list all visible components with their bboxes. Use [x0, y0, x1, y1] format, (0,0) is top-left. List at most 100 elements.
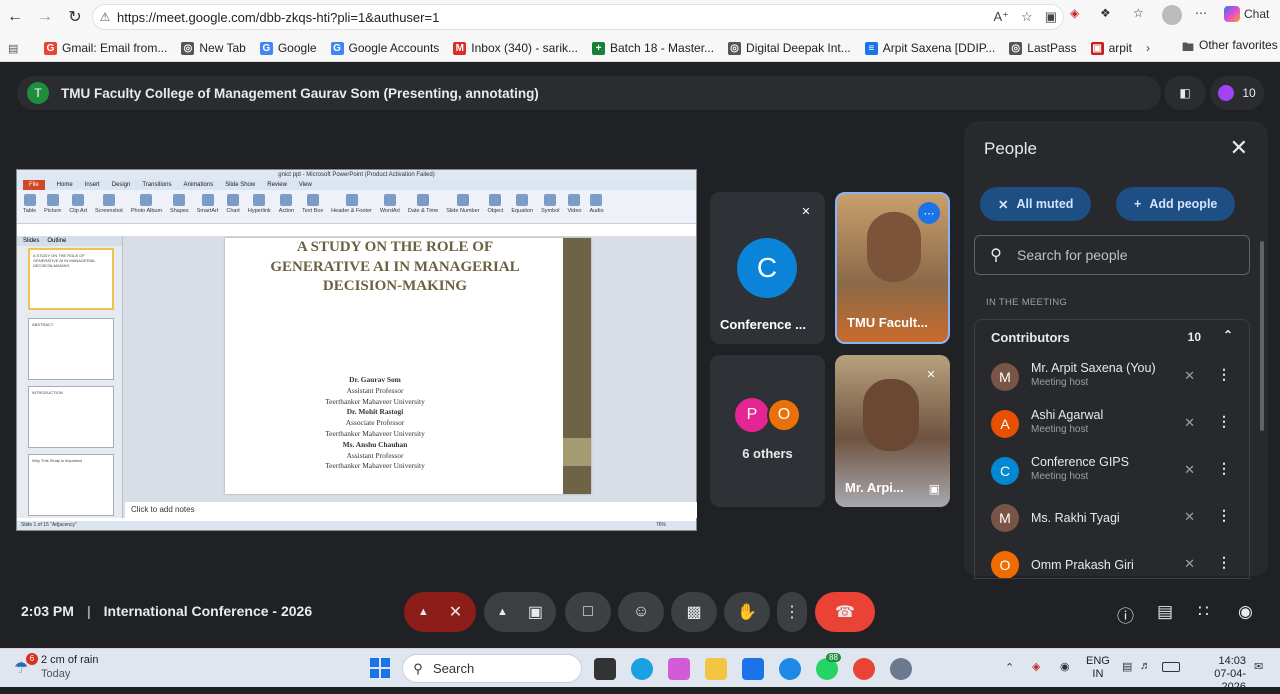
tab-outline[interactable]: Outline: [47, 238, 66, 244]
host-controls-icon[interactable]: ◉: [1238, 602, 1253, 622]
pip-icon[interactable]: ▣: [929, 482, 940, 496]
ribbon-button[interactable]: Table: [23, 194, 36, 219]
reload-icon[interactable]: ↻: [60, 2, 90, 32]
ribbon-button[interactable]: Object: [488, 194, 503, 219]
mic-off-icon[interactable]: ✕: [1184, 556, 1195, 572]
bookmark-item[interactable]: ◎ Digital Deepak Int...: [728, 41, 851, 55]
ppt-menu-item[interactable]: File: [23, 180, 45, 190]
edge-browser-icon[interactable]: [631, 658, 653, 680]
profile-avatar[interactable]: [1162, 5, 1182, 25]
forward-icon[interactable]: →: [30, 2, 60, 32]
microphone-icon[interactable]: ◉: [1060, 660, 1070, 673]
copilot-icon[interactable]: [668, 658, 690, 680]
extension-icon[interactable]: ◈: [1070, 6, 1079, 20]
favorites-icon[interactable]: ☆: [1133, 6, 1144, 20]
leave-call-button[interactable]: ☎: [815, 592, 875, 632]
present-button[interactable]: □: [565, 592, 611, 632]
current-slide[interactable]: A STUDY ON THE ROLE OF GENERATIVE AI IN …: [225, 238, 591, 494]
battery-icon[interactable]: [1162, 662, 1180, 672]
bookmark-item[interactable]: ▣ arpit: [1090, 41, 1132, 55]
ribbon-button[interactable]: Chart: [226, 194, 240, 219]
tile-arpit[interactable]: ✕ Mr. Arpi... ▣: [835, 355, 950, 507]
file-explorer-icon[interactable]: [705, 658, 727, 680]
bookmark-item[interactable]: M Inbox (340) - sarik...: [453, 41, 578, 55]
chevron-up-icon[interactable]: ▲: [418, 606, 429, 618]
ribbon-button[interactable]: Screenshot: [95, 194, 123, 219]
ppt-zoom[interactable]: 76%: [656, 522, 666, 528]
start-button[interactable]: [370, 658, 390, 678]
ribbon-button[interactable]: Video: [567, 194, 581, 219]
ribbon-button[interactable]: Equation: [511, 194, 533, 219]
clock[interactable]: 14:03 07-04-2026: [1208, 655, 1246, 694]
more-vert-icon[interactable]: ⋮: [1217, 460, 1231, 477]
bookmark-item[interactable]: ◎ LastPass: [1009, 41, 1077, 55]
slide-thumb-3[interactable]: INTRODUCTION: [28, 386, 114, 448]
raise-hand-button[interactable]: ✋: [724, 592, 770, 632]
meeting-details-icon[interactable]: ⓘ: [1117, 602, 1134, 627]
app-icon[interactable]: [779, 658, 801, 680]
slide-thumb-1[interactable]: A STUDY ON THE ROLE OF GENERATIVE AI IN …: [28, 248, 114, 310]
address-bar[interactable]: ⚠ https://meet.google.com/dbb-zkqs-hti?p…: [92, 4, 1064, 30]
tile-others[interactable]: P O 6 others: [710, 355, 825, 507]
more-vert-icon[interactable]: ⋮: [1217, 554, 1231, 571]
tab-slides[interactable]: Slides: [23, 238, 39, 244]
ribbon-button[interactable]: Symbol: [541, 194, 559, 219]
contributors-header[interactable]: Contributors 10 ⌃: [975, 320, 1249, 354]
tile-tmu-faculty[interactable]: ⋯ TMU Facult...: [835, 192, 950, 344]
mic-off-icon[interactable]: ✕: [1184, 415, 1195, 431]
captions-button[interactable]: ▩: [671, 592, 717, 632]
chat-icon[interactable]: ▤: [1157, 602, 1173, 622]
more-menu-icon[interactable]: ⋯: [1195, 6, 1207, 20]
ppt-menu-item[interactable]: View: [299, 180, 312, 190]
ribbon-button[interactable]: Audio: [589, 194, 604, 219]
task-view-icon[interactable]: [594, 658, 616, 680]
language-indicator[interactable]: ENG IN: [1086, 655, 1110, 681]
settings-gear-icon[interactable]: [890, 658, 912, 680]
people-search[interactable]: ⚲ Search for people: [974, 235, 1250, 275]
bookmark-item[interactable]: ◎ New Tab: [181, 41, 246, 55]
more-vert-icon[interactable]: ⋮: [1217, 507, 1231, 524]
ribbon-button[interactable]: Shapes: [170, 194, 189, 219]
bookmark-item[interactable]: ≡ Arpit Saxena [DDIP...: [864, 41, 995, 55]
more-vert-icon[interactable]: ⋮: [1217, 366, 1231, 383]
participants-indicator[interactable]: 10: [1210, 76, 1264, 110]
chevron-up-icon[interactable]: ⌃: [1223, 328, 1233, 342]
volume-icon[interactable]: ♬: [1140, 660, 1151, 672]
tile-conference[interactable]: ✕ C Conference ...: [710, 192, 825, 344]
ribbon-button[interactable]: Date & Time: [408, 194, 438, 219]
ribbon-button[interactable]: Picture: [44, 194, 61, 219]
people-scrollbar[interactable]: [1260, 241, 1264, 431]
extensions-puzzle-icon[interactable]: ❖: [1100, 6, 1111, 20]
reactions-button[interactable]: ☺: [618, 592, 664, 632]
mic-off-icon[interactable]: ✕: [1184, 509, 1195, 525]
ppt-menu-item[interactable]: Animations: [184, 180, 214, 190]
all-muted-button[interactable]: ✕ All muted: [980, 187, 1092, 221]
ppt-menu-item[interactable]: Review: [267, 180, 287, 190]
ribbon-button[interactable]: Clip Art: [69, 194, 87, 219]
back-icon[interactable]: ←: [0, 2, 30, 32]
slide-thumb-2[interactable]: ABSTRACT: [28, 318, 114, 380]
url-text[interactable]: https://meet.google.com/dbb-zkqs-hti?pli…: [117, 10, 439, 25]
ppt-menu-item[interactable]: Slide Show: [225, 180, 255, 190]
ribbon-button[interactable]: Slide Number: [446, 194, 480, 219]
hide-presentation-button[interactable]: ◧: [1164, 76, 1206, 110]
search-input[interactable]: Search for people: [1017, 247, 1128, 263]
other-favorites[interactable]: 🖿 Other favorites: [1182, 38, 1278, 59]
ribbon-button[interactable]: Header & Footer: [331, 194, 372, 219]
add-people-button[interactable]: + Add people: [1116, 187, 1236, 221]
bookmark-item[interactable]: G Google: [259, 41, 317, 55]
site-info-icon[interactable]: ⚠: [93, 10, 117, 24]
ribbon-button[interactable]: SmartArt: [197, 194, 218, 219]
store-icon[interactable]: [742, 658, 764, 680]
network-icon[interactable]: ▤: [1122, 660, 1132, 673]
person-row[interactable]: A Ashi Agarwal Meeting host ✕ ⋮: [975, 401, 1249, 447]
person-row[interactable]: M Mr. Arpit Saxena (You) Meeting host ✕ ⋮: [975, 354, 1249, 400]
weather-temp[interactable]: 2 cm of rain: [41, 654, 98, 666]
ppt-menu-item[interactable]: Transitions: [142, 180, 171, 190]
ppt-menu-item[interactable]: Home: [57, 180, 73, 190]
copilot-chat-button[interactable]: Chat: [1224, 6, 1269, 22]
chevron-up-icon[interactable]: ▲: [497, 606, 508, 618]
more-options-button[interactable]: ⋮: [777, 592, 807, 632]
chrome-icon[interactable]: [853, 658, 875, 680]
bookmark-item[interactable]: G Google Accounts: [330, 41, 439, 55]
